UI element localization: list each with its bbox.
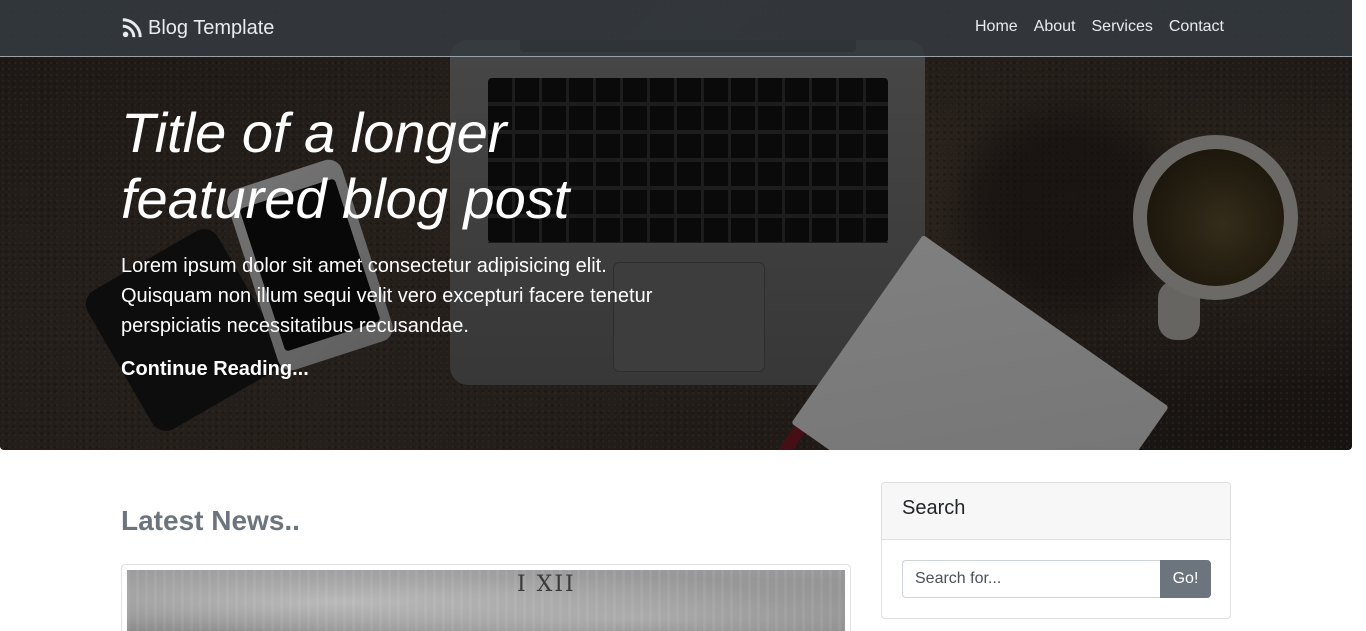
hero-banner: Title of a longer featured blog post Lor… (0, 0, 1352, 450)
news-card-image: I XII (127, 570, 845, 631)
brand-link[interactable]: Blog Template (121, 16, 274, 40)
hero-title: Title of a longer featured blog post (121, 101, 570, 230)
nav-link-contact[interactable]: Contact (1169, 18, 1224, 36)
latest-news-heading: Latest News.. (121, 505, 300, 536)
search-go-button[interactable]: Go! (1160, 560, 1211, 598)
rss-feed-icon (122, 18, 142, 38)
page: Title of a longer featured blog post Lor… (0, 0, 1352, 631)
search-input[interactable] (902, 560, 1160, 598)
search-widget-body: Go! (882, 540, 1230, 598)
search-widget: Search Go! (881, 482, 1231, 619)
nav-link-about[interactable]: About (1034, 18, 1076, 36)
search-widget-title: Search (882, 483, 1230, 540)
scrollbar[interactable] (1352, 0, 1366, 631)
brand-name: Blog Template (148, 16, 275, 39)
nav-link-home[interactable]: Home (975, 18, 1018, 36)
nav-links: Home About Services Contact (959, 18, 1224, 36)
hero-lead: Lorem ipsum dolor sit amet consectetur a… (121, 255, 653, 337)
continue-reading-link[interactable]: Continue Reading... (121, 358, 309, 381)
news-image-inscription: I XII (517, 572, 576, 597)
nav-link-services[interactable]: Services (1092, 18, 1153, 36)
navbar: Blog Template Home About Services Contac… (0, 0, 1352, 57)
news-card[interactable]: I XII (121, 564, 851, 631)
